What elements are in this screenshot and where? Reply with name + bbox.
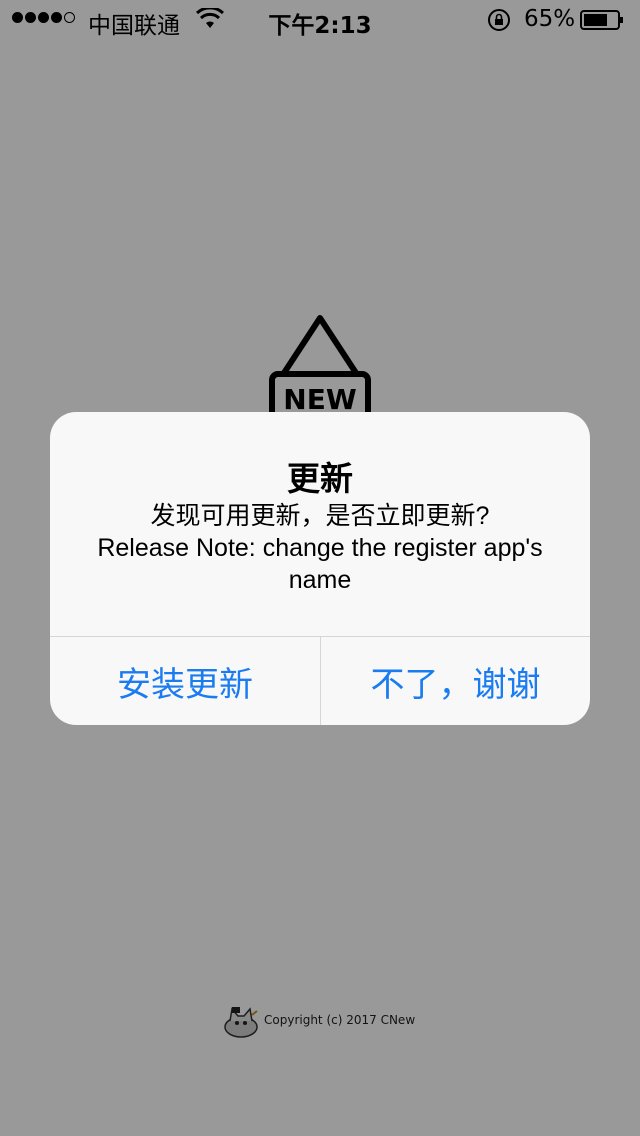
app-screen: 中国联通 下午2:13 65% NEW Copyright (c) 2017 C… xyxy=(0,0,640,1136)
install-update-button[interactable]: 安装更新 xyxy=(50,637,320,725)
dismiss-button[interactable]: 不了，谢谢 xyxy=(321,637,590,725)
alert-title: 更新 xyxy=(287,459,353,498)
alert-message: 发现可用更新，是否立即更新? Release Note: change the … xyxy=(97,502,543,594)
